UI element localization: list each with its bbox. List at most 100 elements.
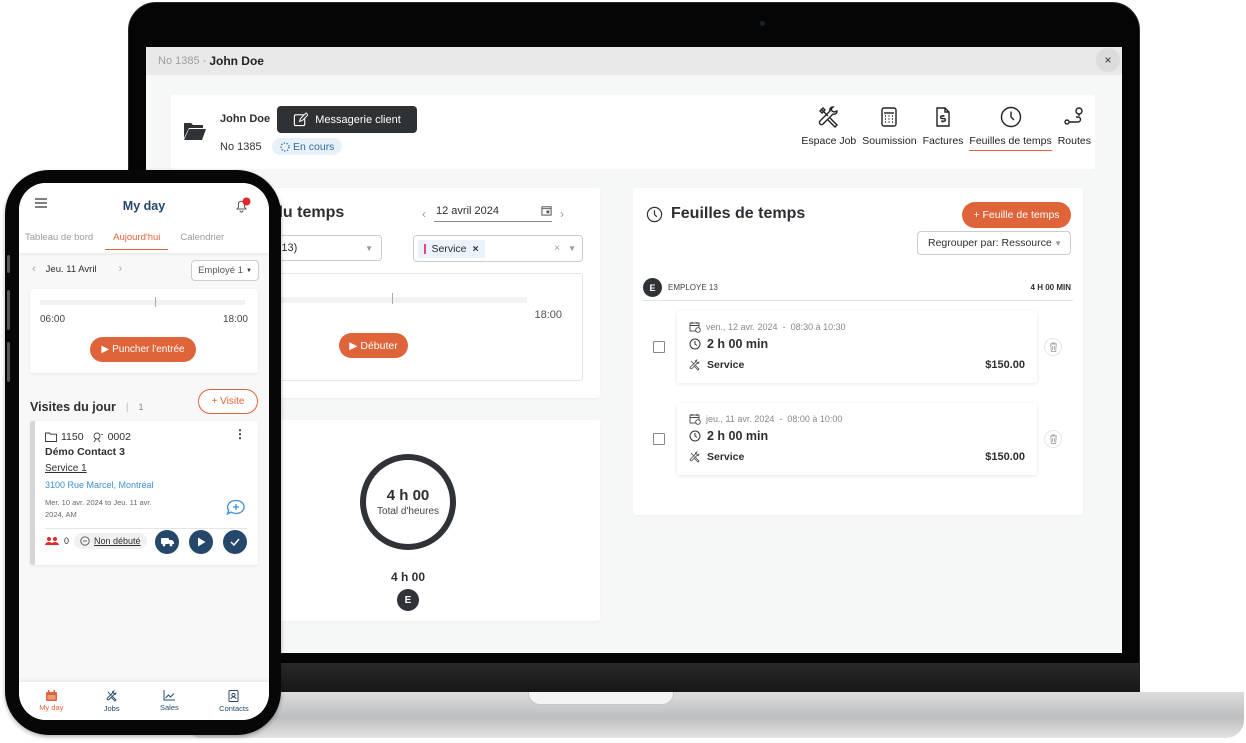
window-titlebar: No 1385 - John Doe × xyxy=(146,47,1122,75)
phone-employee-select[interactable]: Employé 1 ▼ xyxy=(191,260,259,281)
chevron-down-icon: ▼ xyxy=(245,267,252,274)
clock-icon xyxy=(689,338,701,350)
visit-address-link[interactable]: 3100 Rue Marcel, Montréal xyxy=(45,480,154,490)
phone-app-bar: My day xyxy=(19,183,269,229)
entry-time-range: 08:30 à 10:30 xyxy=(790,322,846,332)
timeline-current-marker xyxy=(392,293,393,304)
visit-actions xyxy=(155,530,247,554)
date-input[interactable]: 12 avril 2024 xyxy=(434,205,552,222)
timeline-track xyxy=(40,300,245,305)
client-name: John Doe xyxy=(220,113,271,125)
play-icon xyxy=(197,537,205,547)
visit-footer: 0 Non débuté xyxy=(45,533,147,549)
add-visit-button[interactable]: + Visite xyxy=(198,389,258,414)
complete-visit-button[interactable] xyxy=(223,530,247,554)
bottom-nav-my-day[interactable]: My day xyxy=(39,690,63,712)
total-hours-label: Total d'heures xyxy=(377,506,439,517)
phone-day-navigator: ‹ Jeu. 11 Avril › xyxy=(32,263,122,275)
timesheet-checkbox[interactable] xyxy=(653,341,665,353)
phone-tabs: Tableau de bord Aujourd'hui Calendrier xyxy=(19,229,269,253)
close-button[interactable]: × xyxy=(1096,48,1120,72)
visit-number: 0002 xyxy=(107,431,131,443)
client-messaging-button[interactable]: Messagerie client xyxy=(277,106,417,133)
visit-dates: Mer. 10 avr. 2024 to Jeu. 11 avr. 2024, … xyxy=(45,498,152,519)
bottom-nav-contacts[interactable]: Contacts xyxy=(219,689,249,713)
play-icon: ▶ xyxy=(101,344,110,355)
punch-in-label: Puncher l'entrée xyxy=(112,344,185,355)
entry-service: Service xyxy=(707,359,745,371)
nav-routes[interactable]: Routes xyxy=(1058,105,1091,151)
punch-in-button[interactable]: ▶ Puncher l'entrée xyxy=(90,337,196,362)
next-day-button[interactable]: › xyxy=(119,263,123,275)
tab-today[interactable]: Aujourd'hui xyxy=(105,229,169,250)
start-button[interactable]: ▶ Débuter xyxy=(339,333,408,358)
total-hours-ring: 4 h 00 Total d'heures xyxy=(360,454,456,550)
nav-label: Espace Job xyxy=(801,135,857,147)
marketing-composite: No 1385 - John Doe × John Doe No 1385 Me… xyxy=(0,0,1246,743)
timesheet-entry[interactable]: ven., 12 avr. 2024 - 08:30 à 10:30 2 h 0… xyxy=(677,311,1037,383)
service-select[interactable]: Service × × ▼ xyxy=(413,235,583,262)
date-value: 12 avril 2024 xyxy=(436,205,499,217)
trash-icon xyxy=(1049,342,1057,352)
nav-espace-job[interactable]: Espace Job xyxy=(801,105,856,151)
bottom-nav-label: Contacts xyxy=(219,703,249,713)
timesheet-entry[interactable]: jeu., 11 avr. 2024 - 08:00 à 10:00 2 h 0… xyxy=(677,403,1037,475)
timesheet-checkbox[interactable] xyxy=(653,433,665,445)
tools-icon xyxy=(106,690,117,702)
folder-icon xyxy=(45,432,57,442)
job-header: John Doe No 1385 Messagerie client En co… xyxy=(171,95,1095,169)
add-timesheet-button[interactable]: + Feuille de temps xyxy=(962,202,1071,228)
clear-icon[interactable]: × xyxy=(554,243,560,254)
clock-icon xyxy=(689,430,701,442)
visit-status-badge[interactable]: Non débuté xyxy=(74,533,147,549)
clock-icon xyxy=(646,206,663,222)
notification-bell-icon[interactable] xyxy=(234,197,252,213)
nav-factures[interactable]: Factures xyxy=(923,105,963,151)
visit-contact: Démo Contact 3 xyxy=(45,446,125,458)
laptop-notch xyxy=(528,692,674,705)
start-visit-button[interactable] xyxy=(189,530,213,554)
status-label: En cours xyxy=(293,140,335,153)
delete-entry-button[interactable] xyxy=(1044,430,1062,448)
service-color-marker xyxy=(424,243,426,254)
tab-dashboard[interactable]: Tableau de bord xyxy=(25,229,93,249)
prev-day-button[interactable]: ‹ xyxy=(422,207,426,221)
timesheets-panel: Feuilles de temps + Feuille de temps Reg… xyxy=(633,188,1083,515)
bottom-nav-label: My day xyxy=(39,703,64,712)
laptop-camera xyxy=(760,21,765,26)
employee-group-header: E EMPLOYE 13 4 H 00 MIN xyxy=(643,275,1073,301)
laptop-screen: No 1385 - John Doe × John Doe No 1385 Me… xyxy=(146,47,1122,653)
bottom-nav-sales[interactable]: Sales xyxy=(160,690,179,712)
nav-label: Routes xyxy=(1057,135,1091,147)
tab-calendar[interactable]: Calendrier xyxy=(180,229,224,249)
nav-label: Soumission xyxy=(862,135,917,147)
entry-duration: 2 h 00 min xyxy=(707,429,769,443)
group-by-select[interactable]: Regrouper par: Ressource ▼ xyxy=(917,231,1071,255)
next-day-button[interactable]: › xyxy=(560,207,564,221)
tools-icon xyxy=(689,359,700,371)
travel-button[interactable] xyxy=(155,530,179,554)
visit-service-link[interactable]: Service 1 xyxy=(45,463,87,474)
calendar-icon[interactable] xyxy=(541,205,552,216)
play-icon: ▶ xyxy=(349,339,358,352)
bottom-nav-label: Sales xyxy=(160,703,179,712)
spinner-icon xyxy=(280,141,290,152)
timeline-start-time: 06:00 xyxy=(40,314,66,325)
date-navigator: ‹ 12 avril 2024 › xyxy=(422,205,564,222)
bottom-nav-jobs[interactable]: Jobs xyxy=(104,690,120,713)
prev-day-button[interactable]: ‹ xyxy=(32,263,36,275)
more-options-icon[interactable]: ⋮ xyxy=(234,428,246,440)
add-comment-icon[interactable] xyxy=(226,499,246,517)
invoice-icon xyxy=(936,107,950,127)
chip-remove-icon[interactable]: × xyxy=(473,243,479,255)
entry-service: Service xyxy=(707,451,745,463)
nav-feuilles-de-temps[interactable]: Feuilles de temps xyxy=(969,105,1052,151)
timesheets-heading: Feuilles de temps xyxy=(646,205,805,223)
visit-status-label: Non débuté xyxy=(94,536,141,546)
employee-avatar: E xyxy=(643,278,662,297)
visit-card[interactable]: 1150 0002 ⋮ Démo Contact 3 Service 1 310… xyxy=(30,421,258,565)
visits-heading: Visites du jour | 1 xyxy=(30,400,144,414)
job-nav: Espace Job Soumission Factures Feuilles … xyxy=(801,105,1091,151)
delete-entry-button[interactable] xyxy=(1044,338,1062,356)
nav-soumission[interactable]: Soumission xyxy=(862,105,917,151)
